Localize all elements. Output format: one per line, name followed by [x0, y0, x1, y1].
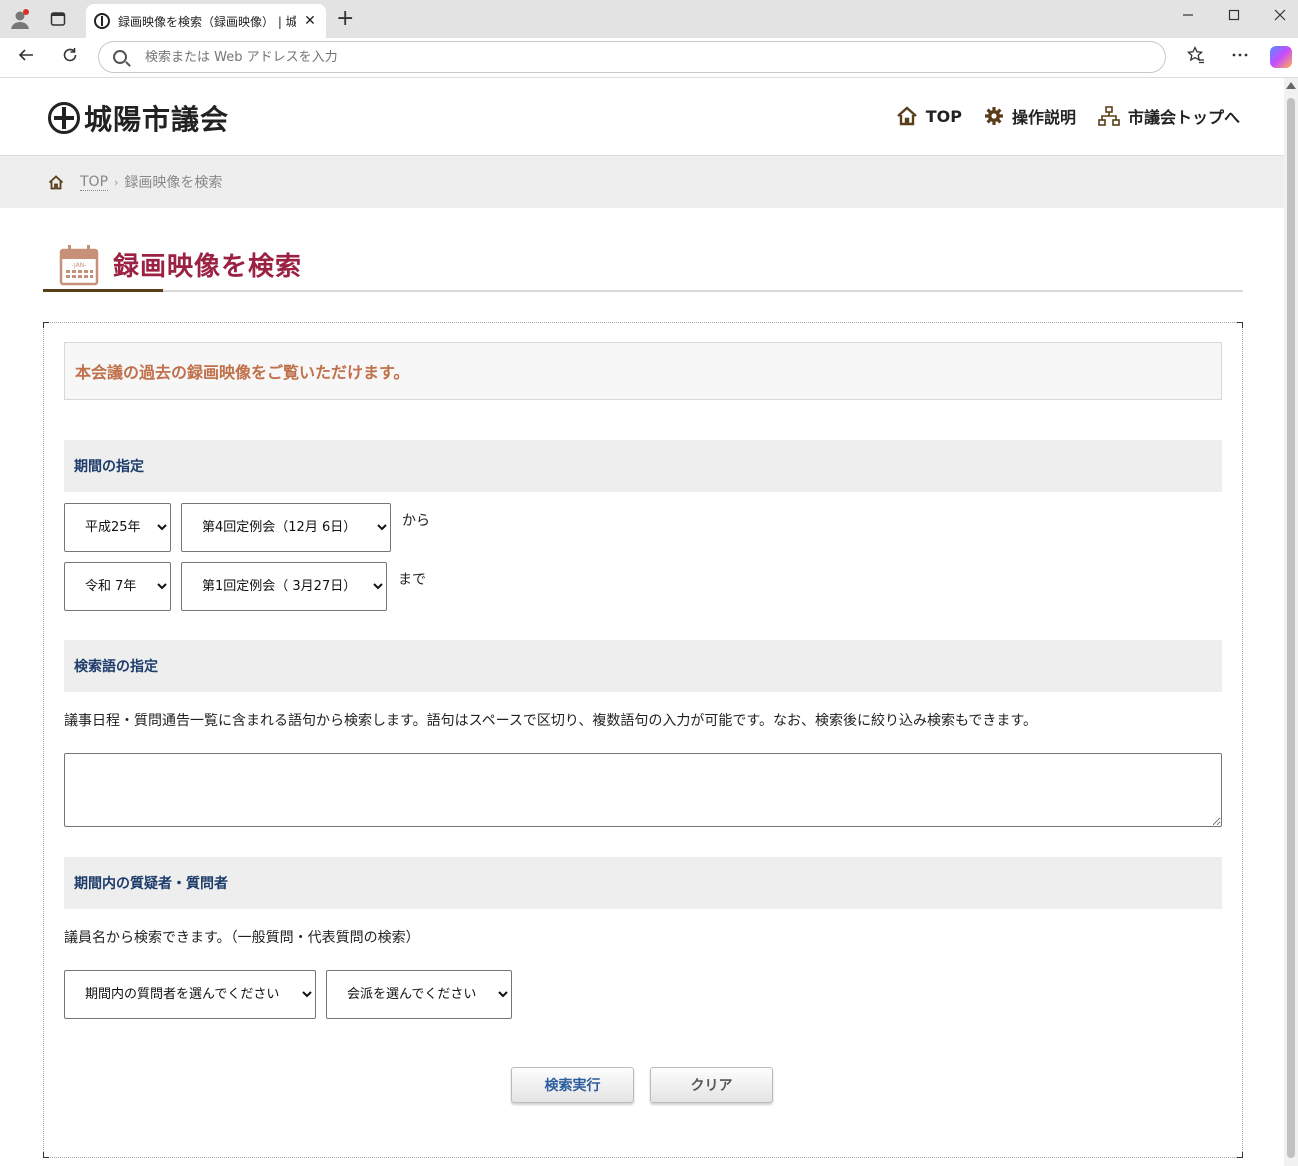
maximize-icon[interactable] — [1224, 6, 1244, 25]
breadcrumb-separator: › — [114, 175, 119, 189]
site-logo[interactable]: 城陽市議会 — [48, 98, 229, 138]
faction-select[interactable]: 会派を選んでください — [326, 970, 512, 1019]
page-title-block: -JAN- 録画映像を検索 — [43, 240, 1243, 292]
reload-icon[interactable] — [58, 46, 82, 70]
from-year-select[interactable]: 平成25年 — [64, 503, 171, 552]
scrollbar-thumb[interactable] — [1287, 98, 1295, 1158]
questioner-description: 議員名から検索できます。（一般質問・代表質問の検索） — [64, 930, 420, 946]
site-header: 城陽市議会 TOP 操作説明 市議会トップへ — [0, 78, 1284, 156]
nav-council-top-label: 市議会トップへ — [1127, 108, 1240, 127]
window-close-icon[interactable] — [1270, 6, 1290, 25]
city-emblem-icon — [48, 102, 80, 134]
gear-icon — [984, 107, 1003, 125]
search-form: 本会議の過去の録画映像をご覧いただけます。 期間の指定 平成25年 第4回定例会… — [43, 322, 1243, 1158]
web-page: 城陽市議会 TOP 操作説明 市議会トップへ TOP › 録画映像を検索 -JA… — [0, 78, 1284, 1166]
frame-corner — [43, 1152, 49, 1158]
logo-text: 城陽市議会 — [84, 103, 230, 136]
intro-message: 本会議の過去の録画映像をご覧いただけます。 — [64, 342, 1222, 400]
search-icon — [113, 50, 127, 64]
home-icon — [896, 106, 917, 126]
frame-corner — [1237, 1152, 1243, 1158]
period-section-heading: 期間の指定 — [64, 440, 1222, 492]
site-favicon-icon — [94, 13, 110, 29]
calendar-icon: -JAN- — [59, 245, 99, 286]
nav-top-label: TOP — [925, 106, 962, 126]
frame-corner — [43, 322, 49, 328]
new-tab-button[interactable]: + — [336, 6, 354, 31]
header-nav: TOP 操作説明 市議会トップへ — [896, 104, 1240, 128]
breadcrumb: TOP › 録画映像を検索 — [0, 156, 1284, 208]
address-bar[interactable] — [98, 41, 1166, 73]
scroll-up-icon[interactable] — [1286, 82, 1296, 89]
keyword-textarea[interactable] — [64, 753, 1222, 827]
back-icon[interactable] — [14, 46, 38, 70]
page-scrollbar[interactable] — [1284, 78, 1298, 1166]
address-input[interactable] — [145, 49, 1045, 65]
breadcrumb-top-link[interactable]: TOP — [80, 174, 109, 191]
clear-button[interactable]: クリア — [650, 1067, 773, 1103]
tab-title: 録画映像を検索（録画映像） | 城陽市議会 — [118, 14, 296, 29]
profile-icon[interactable] — [8, 8, 32, 30]
title-underline-accent — [43, 289, 163, 292]
favorites-icon[interactable] — [1184, 45, 1208, 70]
breadcrumb-current: 録画映像を検索 — [124, 175, 223, 191]
nav-council-top-link[interactable]: 市議会トップへ — [1098, 104, 1240, 128]
from-session-select[interactable]: 第4回定例会（12月 6日） — [181, 503, 391, 552]
to-session-select[interactable]: 第1回定例会（ 3月27日） — [181, 562, 387, 611]
more-icon[interactable] — [1228, 46, 1252, 70]
nav-top-link[interactable]: TOP — [896, 104, 962, 128]
to-year-select[interactable]: 令和 7年 — [64, 562, 171, 611]
minimize-icon[interactable] — [1178, 6, 1198, 25]
keyword-description: 議事日程・質問通告一覧に含まれる語句から検索します。語句はスペースで区切り、複数… — [64, 713, 1037, 729]
nav-help-label: 操作説明 — [1011, 108, 1076, 127]
questioner-select[interactable]: 期間内の質問者を選んでください — [64, 970, 316, 1019]
questioner-section-heading: 期間内の質疑者・質問者 — [64, 857, 1222, 909]
calendar-month-label: -JAN- — [72, 262, 87, 269]
browser-toolbar — [0, 38, 1298, 78]
tab-actions-icon[interactable] — [46, 8, 70, 30]
copilot-icon[interactable] — [1270, 46, 1292, 68]
search-button[interactable]: 検索実行 — [511, 1067, 634, 1103]
browser-tab-bar: 録画映像を検索（録画映像） | 城陽市議会 ✕ + — [0, 0, 1298, 38]
from-suffix: から — [402, 513, 430, 529]
sitemap-icon — [1098, 106, 1120, 126]
keyword-section-heading: 検索語の指定 — [64, 640, 1222, 692]
browser-tab-active[interactable]: 録画映像を検索（録画映像） | 城陽市議会 ✕ — [86, 4, 326, 38]
to-suffix: まで — [398, 572, 426, 588]
tab-close-icon[interactable]: ✕ — [302, 13, 318, 29]
page-title: 録画映像を検索 — [113, 252, 303, 282]
nav-help-link[interactable]: 操作説明 — [984, 104, 1076, 128]
frame-corner — [1237, 322, 1243, 328]
breadcrumb-home-icon[interactable] — [48, 174, 64, 190]
